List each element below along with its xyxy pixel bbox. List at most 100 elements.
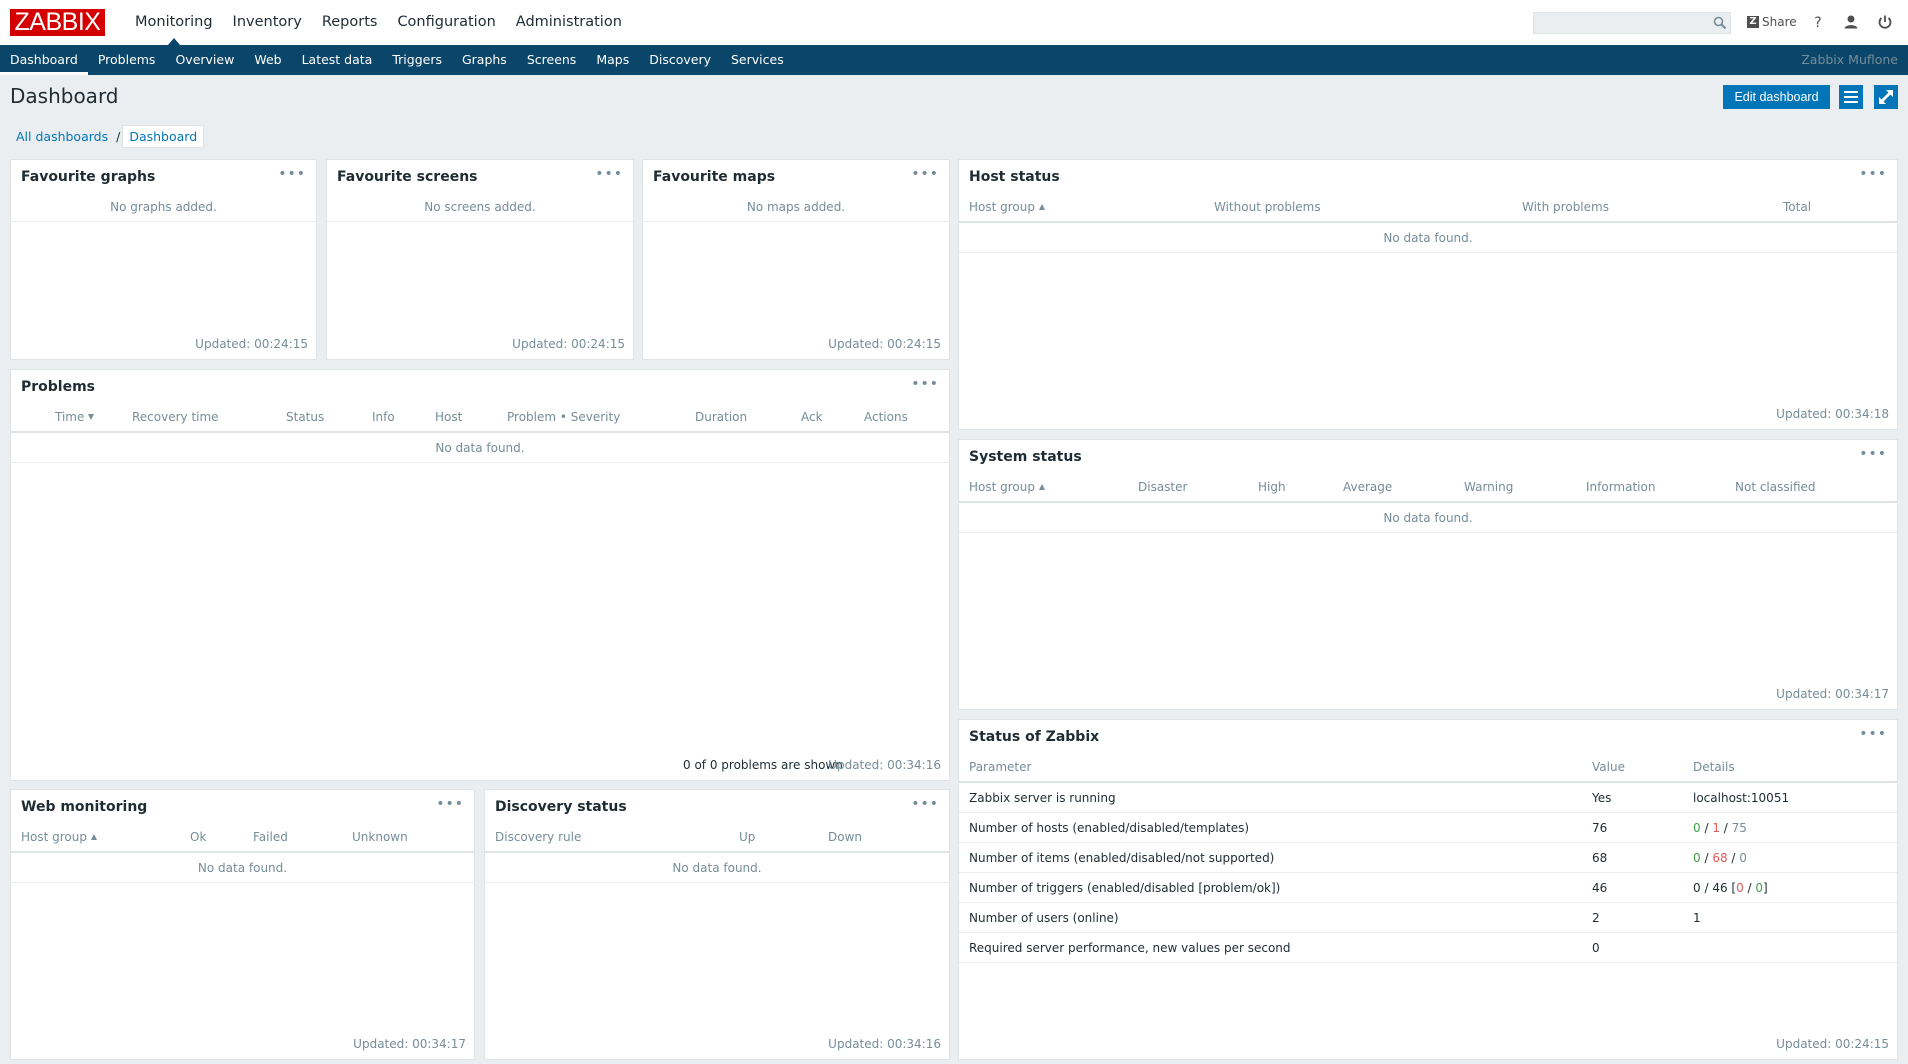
breadcrumb-current[interactable]: Dashboard: [122, 124, 205, 148]
dashboard-actions-button[interactable]: [1839, 85, 1863, 109]
fullscreen-icon: [1879, 90, 1893, 104]
widget-web-monitoring: Web monitoring ••• Host group Ok Failed …: [10, 789, 475, 1060]
monitoring-submenu: Dashboard Problems Overview Web Latest d…: [0, 45, 794, 75]
widget-menu-icon[interactable]: •••: [1859, 166, 1887, 182]
submenu-web[interactable]: Web: [244, 45, 291, 75]
updated-time: Updated: 00:24:15: [1776, 1037, 1889, 1051]
widget-host-status: Host status ••• Host group Without probl…: [958, 159, 1898, 430]
submenu-services[interactable]: Services: [721, 45, 794, 75]
column-header: Without problems: [1214, 200, 1321, 214]
column-header: Problem • Severity: [507, 410, 621, 424]
widget-status-of-zabbix: Status of Zabbix ••• Parameter Value Det…: [958, 719, 1898, 1060]
top-header: ZABBIX Monitoring Inventory Reports Conf…: [0, 0, 1908, 45]
widget-title: Status of Zabbix: [969, 729, 1100, 745]
submenu-dashboard[interactable]: Dashboard: [0, 45, 88, 75]
widget-menu-icon[interactable]: •••: [1859, 726, 1887, 742]
widget-menu-icon[interactable]: •••: [278, 166, 306, 182]
updated-time: Updated: 00:24:15: [828, 337, 941, 351]
column-header-host-group[interactable]: Host group: [969, 480, 1045, 494]
updated-time: Updated: 00:34:18: [1776, 407, 1889, 421]
submenu-latest-data[interactable]: Latest data: [292, 45, 383, 75]
server-name: Zabbix Muflone: [1801, 52, 1898, 67]
divider: [327, 221, 633, 222]
help-icon[interactable]: ?: [1809, 13, 1827, 31]
column-header: Not classified: [1735, 480, 1816, 494]
column-header: Information: [1586, 480, 1656, 494]
menu-monitoring[interactable]: Monitoring: [125, 0, 223, 45]
column-header: With problems: [1522, 200, 1609, 214]
sort-desc-icon: [88, 414, 95, 420]
widget-favourite-maps: Favourite maps ••• No maps added. Update…: [642, 159, 950, 360]
submenu-triggers[interactable]: Triggers: [382, 45, 452, 75]
column-header: Warning: [1464, 480, 1514, 494]
column-header: High: [1258, 480, 1286, 494]
empty-message: No screens added.: [424, 200, 536, 214]
share-link[interactable]: Z Share: [1747, 15, 1797, 29]
row-divider: [959, 872, 1897, 873]
submenu-overview[interactable]: Overview: [165, 45, 244, 75]
sign-out-icon[interactable]: [1876, 13, 1894, 31]
table-cell-value: 76: [1592, 821, 1608, 835]
column-header: Ack: [801, 410, 823, 424]
submenu-problems[interactable]: Problems: [88, 45, 166, 75]
column-header: Ok: [190, 830, 207, 844]
table-cell-parameter: Zabbix server is running: [969, 791, 1116, 805]
column-header-time[interactable]: Time: [55, 410, 95, 424]
widget-problems: Problems ••• Time Recovery time Status I…: [10, 369, 950, 781]
menu-configuration[interactable]: Configuration: [387, 0, 505, 45]
widget-title: Favourite graphs: [21, 169, 156, 185]
breadcrumb-separator: /: [116, 128, 121, 144]
header-divider: [959, 501, 1897, 503]
column-header-host-group[interactable]: Host group: [969, 200, 1045, 214]
widget-menu-icon[interactable]: •••: [911, 796, 939, 812]
updated-time: Updated: 00:24:15: [512, 337, 625, 351]
table-cell-details: localhost:10051: [1693, 791, 1790, 805]
column-header: Host: [435, 410, 463, 424]
widget-menu-icon[interactable]: •••: [595, 166, 623, 182]
table-cell-details: 0 / 68 / 0: [1693, 851, 1747, 865]
submenu-maps[interactable]: Maps: [586, 45, 639, 75]
column-header-host-group[interactable]: Host group: [21, 830, 97, 844]
divider: [485, 882, 949, 883]
table-cell-value: 46: [1592, 881, 1608, 895]
user-profile-icon[interactable]: [1842, 13, 1860, 31]
header-divider: [11, 431, 949, 433]
widget-title: Host status: [969, 169, 1060, 185]
menu-inventory[interactable]: Inventory: [223, 0, 312, 45]
empty-message: No data found.: [1383, 511, 1473, 525]
fullscreen-button[interactable]: [1874, 85, 1898, 109]
problems-count: 0 of 0 problems are shown: [683, 758, 843, 772]
search-icon[interactable]: [1713, 16, 1727, 30]
widget-menu-icon[interactable]: •••: [911, 376, 939, 392]
column-header: Up: [739, 830, 756, 844]
edit-dashboard-button[interactable]: Edit dashboard: [1723, 85, 1830, 109]
table-cell-parameter: Required server performance, new values …: [969, 941, 1291, 955]
menu-administration[interactable]: Administration: [506, 0, 632, 45]
breadcrumb: All dashboards / Dashboard: [10, 124, 205, 148]
header-divider: [959, 781, 1897, 783]
widget-menu-icon[interactable]: •••: [1859, 446, 1887, 462]
row-divider: [959, 842, 1897, 843]
submenu-screens[interactable]: Screens: [517, 45, 587, 75]
widget-menu-icon[interactable]: •••: [436, 796, 464, 812]
search-input[interactable]: [1533, 12, 1731, 34]
empty-message: No data found.: [672, 861, 762, 875]
submenu-graphs[interactable]: Graphs: [452, 45, 517, 75]
share-icon: Z: [1747, 16, 1759, 28]
column-header: Total: [1783, 200, 1812, 214]
column-header: Info: [372, 410, 395, 424]
column-header: Parameter: [969, 760, 1032, 774]
row-divider: [959, 932, 1897, 933]
widget-title: Problems: [21, 379, 96, 395]
divider: [11, 882, 474, 883]
widget-menu-icon[interactable]: •••: [911, 166, 939, 182]
column-header: Discovery rule: [495, 830, 582, 844]
share-label: Share: [1762, 15, 1797, 29]
table-cell-value: 0: [1592, 941, 1600, 955]
submenu-discovery[interactable]: Discovery: [639, 45, 721, 75]
column-header: Disaster: [1138, 480, 1188, 494]
menu-reports[interactable]: Reports: [312, 0, 388, 45]
page-title: Dashboard: [10, 84, 119, 108]
zabbix-logo[interactable]: ZABBIX: [10, 9, 105, 36]
breadcrumb-all-dashboards[interactable]: All dashboards: [10, 129, 114, 144]
